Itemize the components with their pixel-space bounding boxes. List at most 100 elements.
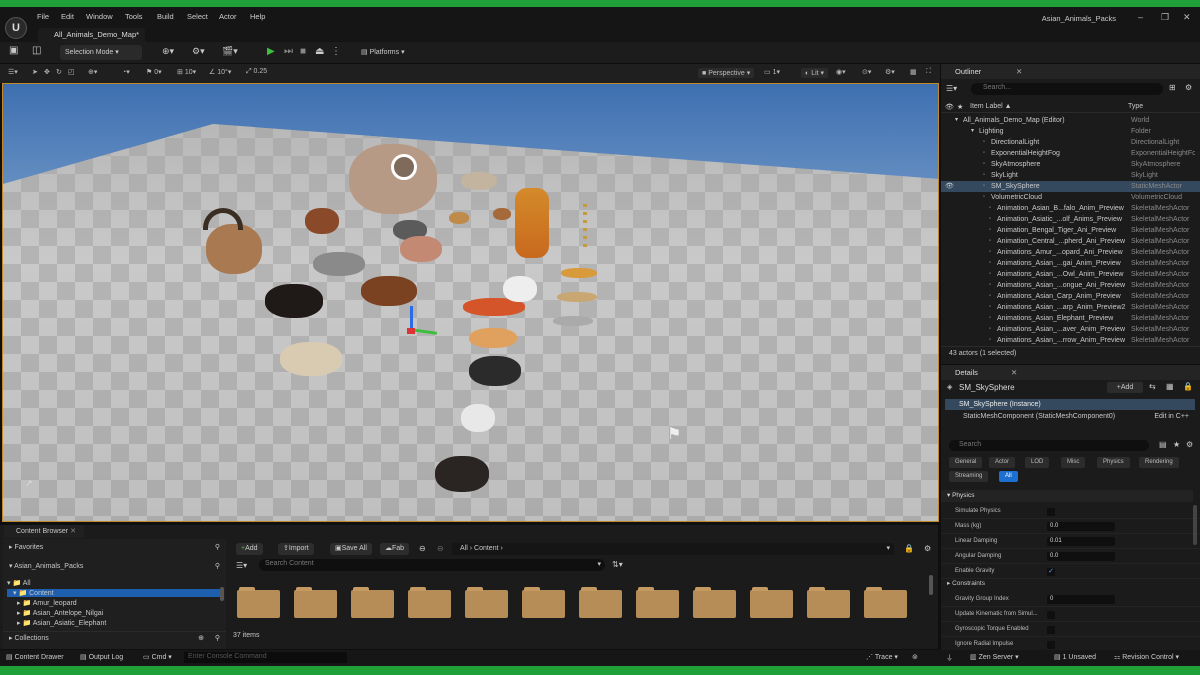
save-icon[interactable]: ▣ (9, 45, 18, 56)
world-space-icon[interactable]: ⊕▾ (88, 68, 97, 76)
import-button[interactable]: ⇪Import (278, 543, 314, 555)
menu-help[interactable]: Help (250, 12, 265, 21)
lock-folder-icon[interactable]: 🔒 (904, 544, 914, 553)
path-breadcrumb[interactable]: All › Content › ▾ (452, 543, 894, 555)
ibex[interactable] (206, 224, 262, 274)
platforms-dropdown[interactable]: ▤ Platforms ▾ (356, 45, 414, 60)
menu-actor[interactable]: Actor (219, 12, 237, 21)
cb-filter-icon[interactable]: ☰▾ (236, 561, 247, 570)
tapir[interactable] (469, 356, 521, 386)
search-dropdown-icon[interactable]: ▾ (597, 560, 601, 568)
history-back-icon[interactable]: ⊖ (419, 544, 426, 553)
favorites-search-icon[interactable]: ⚲ (215, 543, 220, 551)
property-value-field[interactable]: 0.01 (1047, 537, 1115, 546)
white-goat[interactable] (461, 404, 495, 432)
move-tool-icon[interactable]: ✥ (44, 68, 50, 76)
favorites-section[interactable]: ▸ Favorites ⚲ (3, 543, 226, 555)
bear[interactable] (435, 456, 489, 492)
category-rendering[interactable]: Rendering (1139, 457, 1179, 468)
collections-section[interactable]: ▸ Collections ⊕ ⚲ (3, 631, 226, 643)
close-icon[interactable]: ✕ (1183, 12, 1191, 23)
outliner-row[interactable]: ▾ All_Animals_Demo_Map (Editor) World (941, 115, 1200, 126)
fawn-1[interactable] (449, 212, 469, 224)
category-physics[interactable]: Physics (1097, 457, 1130, 468)
outliner-row[interactable]: ▾ Lighting Folder (941, 126, 1200, 137)
path-dropdown-icon[interactable]: ▾ (886, 543, 890, 555)
minimize-icon[interactable]: – (1138, 12, 1143, 22)
menu-select[interactable]: Select (187, 12, 208, 21)
asset-folder[interactable] (636, 587, 679, 618)
asset-folder[interactable] (237, 587, 280, 618)
maximize-icon[interactable]: ❐ (1161, 12, 1169, 23)
menu-window[interactable]: Window (86, 12, 113, 21)
details-settings-icon[interactable]: ⚙ (1186, 440, 1193, 449)
outliner-tab[interactable]: Outliner ✕ (941, 64, 1200, 79)
outliner-row[interactable]: ◦ SkyLight SkyLight (941, 170, 1200, 181)
layout-icon[interactable]: ▦ (910, 68, 917, 76)
outliner-row[interactable]: ◦ Animation_Asiatic_...olf_Anims_Preview S… (941, 214, 1200, 225)
outliner-row[interactable]: ◦ Animations_Asian_...arp_Anim_Preview2 Sk… (941, 302, 1200, 313)
view-options-icon[interactable]: ▦ (1166, 382, 1174, 391)
tree-scrollbar[interactable] (220, 587, 224, 601)
menu-edit[interactable]: Edit (61, 12, 74, 21)
outliner-row[interactable]: ◦ Animations_Asian_...rrow_Anim_Preview Sk… (941, 335, 1200, 346)
tree-elephant[interactable]: ▸ 📁 Asian_Asiatic_Elephant (17, 619, 106, 627)
carp-1[interactable] (561, 268, 597, 278)
breadcrumb-all[interactable]: All (460, 545, 468, 552)
close-details-icon[interactable]: ✕ (1011, 365, 1017, 380)
select-tool-icon[interactable]: ➤ (32, 68, 38, 76)
outliner-row[interactable]: ◦ Animations_Asian_...ongue_Ani_Preview Sk… (941, 280, 1200, 291)
property-value-field[interactable]: 0 (1047, 595, 1115, 604)
details-tab[interactable]: Details ✕ (941, 365, 1200, 380)
outliner-row[interactable]: ◦ Animation_Bengal_Tiger_Ani_Preview Skele… (941, 225, 1200, 236)
filter-icon[interactable]: ☰▾ (946, 84, 957, 93)
property-checkbox[interactable] (1047, 611, 1055, 619)
viewport-options-icon[interactable]: ☰▾ (8, 68, 18, 76)
fawn-2[interactable] (493, 208, 511, 220)
asset-folder[interactable] (579, 587, 622, 618)
deer[interactable] (305, 208, 339, 234)
realtime-icon[interactable]: ⊙▾ (862, 68, 871, 76)
asset-folder[interactable] (465, 587, 508, 618)
asset-folder[interactable] (351, 587, 394, 618)
blueprint-icon[interactable]: ⚙▾ (192, 46, 205, 57)
asset-folder[interactable] (750, 587, 793, 618)
revision-control-dropdown[interactable]: ⚏ Revision Control ▾ (1114, 653, 1179, 661)
category-lod[interactable]: LOD (1025, 457, 1050, 468)
lock-icon[interactable]: 🔒 (1183, 382, 1193, 391)
asset-folder[interactable] (693, 587, 736, 618)
asset-folder[interactable] (807, 587, 850, 618)
asset-folder[interactable] (294, 587, 337, 618)
outliner-row[interactable]: ◦ Animations_Asian_Elephant_Preview Skelet… (941, 313, 1200, 324)
pig[interactable] (400, 236, 442, 262)
breadcrumb-content[interactable]: Content (474, 545, 499, 552)
property-value-field[interactable]: 0.0 (1047, 552, 1115, 561)
tree-amur-leopard[interactable]: ▸ 📁 Amur_leopard (17, 599, 77, 607)
carp-2[interactable] (557, 292, 597, 302)
settings-icon[interactable]: ⚙▾ (885, 68, 895, 76)
camera-speed[interactable]: ▭ 1▾ (764, 68, 780, 76)
cmd-dropdown[interactable]: ▭ Cmd ▾ (143, 653, 172, 661)
property-value-field[interactable]: 0.0 (1047, 522, 1115, 531)
tree-all[interactable]: ▾ 📁 All (7, 579, 31, 587)
unreal-logo-icon[interactable]: U (5, 17, 27, 39)
output-log-button[interactable]: ▤ Output Log (80, 653, 123, 661)
outliner-row[interactable]: ◦ SkyAtmosphere SkyAtmosphere (941, 159, 1200, 170)
rotate-tool-icon[interactable]: ↻ (56, 68, 62, 76)
edit-cpp-link[interactable]: Edit in C++ (1154, 411, 1189, 422)
outliner-row[interactable]: ◦ Animations_Asian_Carp_Anim_Preview Skele… (941, 291, 1200, 302)
outliner-row[interactable]: ◦ Animations_Asian_...Owl_Anim_Preview Ske… (941, 269, 1200, 280)
category-all[interactable]: All (999, 471, 1018, 482)
save-all-button[interactable]: ▣Save All (330, 543, 372, 555)
play-icon[interactable]: ▶ (267, 46, 275, 57)
constraints-section[interactable]: ▸ Constraints (941, 578, 1193, 590)
unsaved-indicator[interactable]: ▤ 1 Unsaved (1054, 653, 1096, 661)
elephant[interactable] (349, 144, 437, 214)
category-misc[interactable]: Misc (1061, 457, 1086, 468)
yak[interactable] (265, 284, 323, 318)
outliner-search-input[interactable]: Search... (971, 83, 1163, 95)
trace-dropdown[interactable]: ⋰ Trace ▾ (866, 653, 898, 661)
outliner-row[interactable]: ◦ ExponentialHeightFog ExponentialHeightFo… (941, 148, 1200, 159)
cinematics-icon[interactable]: 🎬▾ (222, 46, 238, 57)
project-section[interactable]: ▾ Asian_Animals_Packs ⚲ (3, 562, 226, 574)
